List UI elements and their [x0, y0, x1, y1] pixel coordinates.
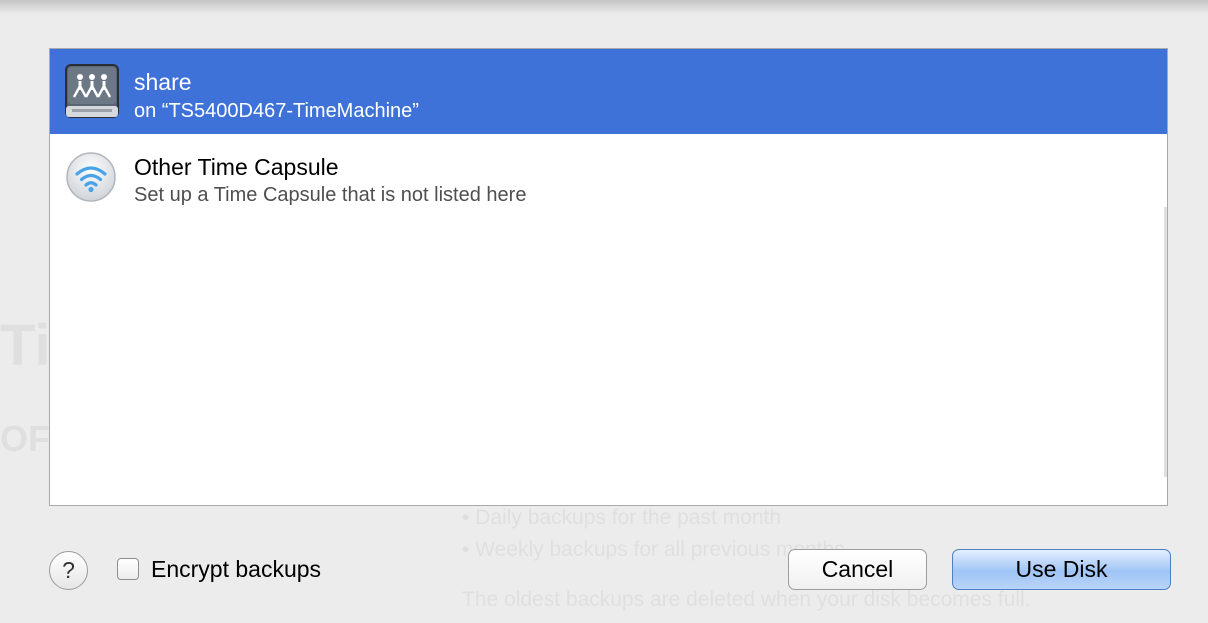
disk-item-title: Other Time Capsule: [134, 154, 339, 180]
background-text-line: The oldest backups are deleted when your…: [462, 588, 1031, 611]
disk-item-subtitle: Set up a Time Capsule that is not listed…: [134, 184, 527, 206]
use-disk-button[interactable]: Use Disk: [952, 549, 1171, 590]
cancel-button[interactable]: Cancel: [788, 549, 927, 590]
time-capsule-wifi-icon: [64, 150, 118, 209]
background-text-line: • Daily backups for the past month: [462, 506, 782, 529]
help-button[interactable]: ?: [49, 551, 88, 590]
list-scrollbar-track[interactable]: [1164, 207, 1167, 477]
disk-item-title: share: [134, 69, 192, 95]
disk-list-item-other-time-capsule[interactable]: Other Time Capsule Set up a Time Capsule…: [50, 134, 1167, 219]
encrypt-backups-label[interactable]: Encrypt backups: [151, 556, 321, 583]
network-share-icon: [64, 63, 120, 124]
disk-list: share on “TS5400D467-TimeMachine” Other …: [49, 48, 1168, 506]
disk-item-subtitle: on “TS5400D467-TimeMachine”: [134, 100, 419, 122]
encrypt-backups-checkbox[interactable]: [117, 558, 139, 580]
disk-list-item-share[interactable]: share on “TS5400D467-TimeMachine”: [50, 49, 1167, 134]
window-top-shadow: [0, 0, 1208, 14]
background-subtitle-fragment: OF: [0, 418, 50, 459]
